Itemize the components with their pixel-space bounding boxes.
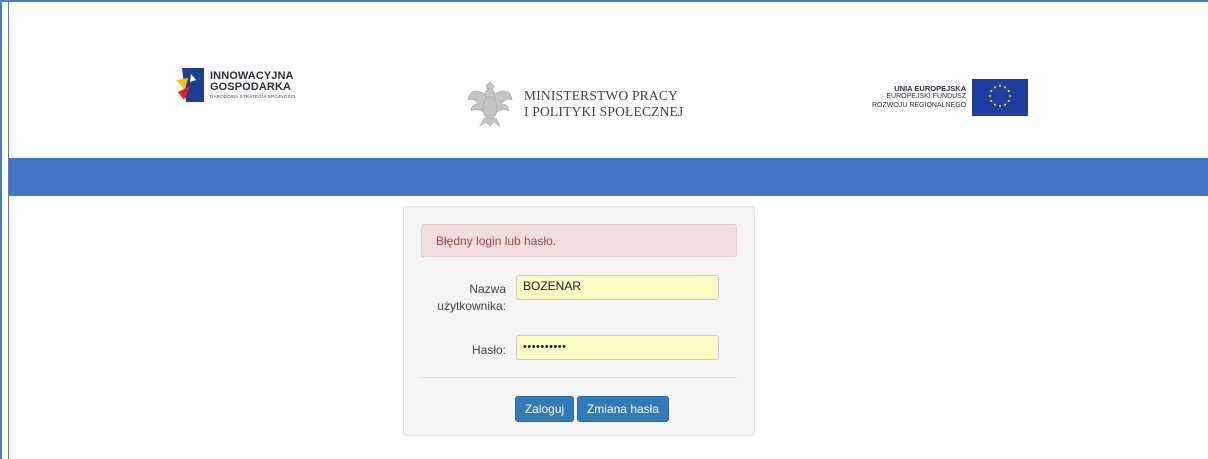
eu-logo: UNIA EUROPEJSKA EUROPEJSKI FUNDUSZ ROZWO…: [872, 79, 1029, 116]
login-panel: Błędny login lub hasło. Nazwa użytkownik…: [403, 206, 755, 436]
password-label: Hasło:: [471, 343, 506, 357]
window-border-left-inner: [8, 0, 9, 459]
change-password-button[interactable]: Zmiana hasła: [577, 396, 669, 422]
username-input[interactable]: BOZENAR: [516, 275, 719, 300]
ministerstwo-logo: MINISTERSTWO PRACY I POLITYKI SPOŁECZNEJ: [466, 80, 683, 128]
eagle-emblem-icon: [467, 81, 513, 127]
window-border-top: [0, 0, 1208, 2]
login-button[interactable]: Zaloguj: [515, 396, 574, 422]
logo-left-line3: NARODOWA STRATEGIA SPÓJNOŚCI: [210, 94, 296, 99]
header-bar: [9, 158, 1208, 196]
logo-center-line2: I POLITYKI SPOŁECZNEJ: [524, 104, 684, 119]
innowacyjna-gospodarka-logo: INNOWACYJNA GOSPODARKA NARODOWA STRATEGI…: [176, 68, 296, 102]
username-label: Nazwa użytkownika:: [437, 282, 506, 313]
error-alert: Błędny login lub hasło.: [421, 224, 737, 257]
form-divider: [421, 377, 737, 378]
logo-left-line2: GOSPODARKA: [210, 81, 292, 93]
logo-right-line2: EUROPEJSKI FUNDUSZ: [886, 93, 967, 101]
window-border-left: [0, 0, 2, 459]
logo-right-line1: UNIA EUROPEJSKA: [894, 83, 967, 93]
innowacyjna-gospodarka-icon: [176, 68, 204, 102]
logo-right-line3: ROZWOJU REGIONALNEGO: [872, 101, 967, 109]
eu-flag-icon: [972, 79, 1029, 116]
logo-center-line1: MINISTERSTWO PRACY: [524, 88, 678, 103]
password-input[interactable]: ••••••••••: [516, 335, 719, 360]
